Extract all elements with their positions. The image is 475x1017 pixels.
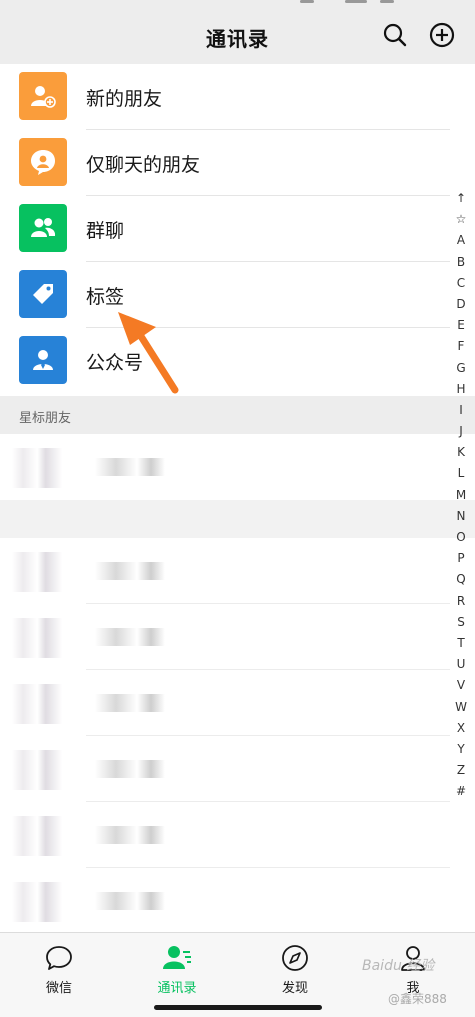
plus-circle-icon [429,22,455,48]
contact-row[interactable] [0,670,475,736]
index-letter[interactable]: Z [450,760,472,781]
index-letter[interactable]: K [450,442,472,463]
tags-entry[interactable]: 标签 [0,262,475,328]
index-letter[interactable]: H [450,379,472,400]
index-letter[interactable]: ☆ [450,209,472,230]
tag-icon [19,270,67,318]
search-icon [383,23,407,47]
add-friend-icon [19,72,67,120]
index-letter[interactable]: G [450,358,472,379]
contacts-icon [161,943,193,973]
tab-label: 发现 [281,981,308,996]
contact-name-redacted [95,458,165,476]
group-chats-entry[interactable]: 群聊 [0,196,475,262]
chat-only-friend-icon [19,138,67,186]
index-letter[interactable]: Y [450,739,472,760]
tab-contacts[interactable]: 通讯录 [118,939,236,1001]
index-letter[interactable]: O [450,527,472,548]
contact-row[interactable] [0,538,475,604]
index-letter[interactable]: M [450,485,472,506]
avatar [12,684,68,724]
index-letter[interactable]: X [450,718,472,739]
contact-name-redacted [95,562,165,580]
top-nav-bar: 通讯录 [0,6,475,64]
index-letter[interactable]: D [450,294,472,315]
watermark-author: @鑫荣888 [388,992,447,1006]
entry-label: 群聊 [86,220,125,242]
index-letter[interactable]: R [450,591,472,612]
contact-row[interactable] [0,802,475,868]
contact-row[interactable] [0,868,475,934]
index-letter[interactable]: P [450,548,472,569]
index-letter[interactable]: S [450,612,472,633]
entry-label: 标签 [86,286,125,308]
watermark-text: Baidu 经验 [362,958,435,974]
tab-label: 通讯录 [157,981,197,996]
group-chat-icon [19,204,67,252]
contact-row[interactable] [0,604,475,670]
starred-friends-header: 星标朋友 [0,396,475,434]
compass-icon [279,943,311,973]
index-letter[interactable]: V [450,675,472,696]
add-button[interactable] [427,20,457,50]
contact-name-redacted [95,826,165,844]
tab-discover[interactable]: 发现 [236,939,354,1001]
index-letter[interactable]: N [450,506,472,527]
official-account-icon [19,336,67,384]
avatar [12,618,68,658]
index-letter[interactable]: L [450,463,472,484]
contact-list [0,434,475,932]
entry-label: 公众号 [86,352,144,374]
avatar [12,750,68,790]
index-letter[interactable]: E [450,315,472,336]
index-letter[interactable]: U [450,654,472,675]
avatar [12,552,68,592]
index-letter[interactable]: ↑ [450,188,472,209]
index-letter[interactable]: F [450,336,472,357]
contact-name-redacted [95,628,165,646]
index-letter[interactable]: I [450,400,472,421]
alphabet-index[interactable]: ↑ ☆ A B C D E F G H I J K L M N O P Q R S T U V W X Y Z # [450,188,472,802]
index-letter[interactable]: B [450,252,472,273]
index-letter[interactable]: A [450,230,472,251]
contact-name-redacted [95,694,165,712]
contact-name-redacted [95,892,165,910]
avatar [12,816,68,856]
tab-label: 微信 [45,981,72,996]
search-button[interactable] [380,20,410,50]
contact-row[interactable] [0,736,475,802]
index-letter[interactable]: C [450,273,472,294]
chat-only-friends-entry[interactable]: 仅聊天的朋友 [0,130,475,196]
status-indicator [345,0,367,3]
entry-label: 新的朋友 [86,88,163,110]
status-indicator [380,0,394,3]
index-letter[interactable]: # [450,781,472,802]
feature-entries: 新的朋友 仅聊天的朋友 群聊 标签 公众号 [0,64,475,396]
entry-label: 仅聊天的朋友 [86,154,201,176]
index-letter[interactable]: W [450,697,472,718]
new-friends-entry[interactable]: 新的朋友 [0,64,475,130]
tab-chats[interactable]: 微信 [0,939,118,1001]
home-indicator [154,1005,322,1010]
index-letter[interactable]: T [450,633,472,654]
status-indicator [300,0,314,3]
avatar [12,882,68,922]
official-accounts-entry[interactable]: 公众号 [0,328,475,394]
avatar [12,448,68,488]
contact-row[interactable] [0,434,475,500]
index-letter[interactable]: J [450,421,472,442]
chat-bubble-icon [43,943,75,973]
letter-section-gap [0,500,475,538]
contact-name-redacted [95,760,165,778]
section-title: 星标朋友 [19,411,72,426]
index-letter[interactable]: Q [450,569,472,590]
